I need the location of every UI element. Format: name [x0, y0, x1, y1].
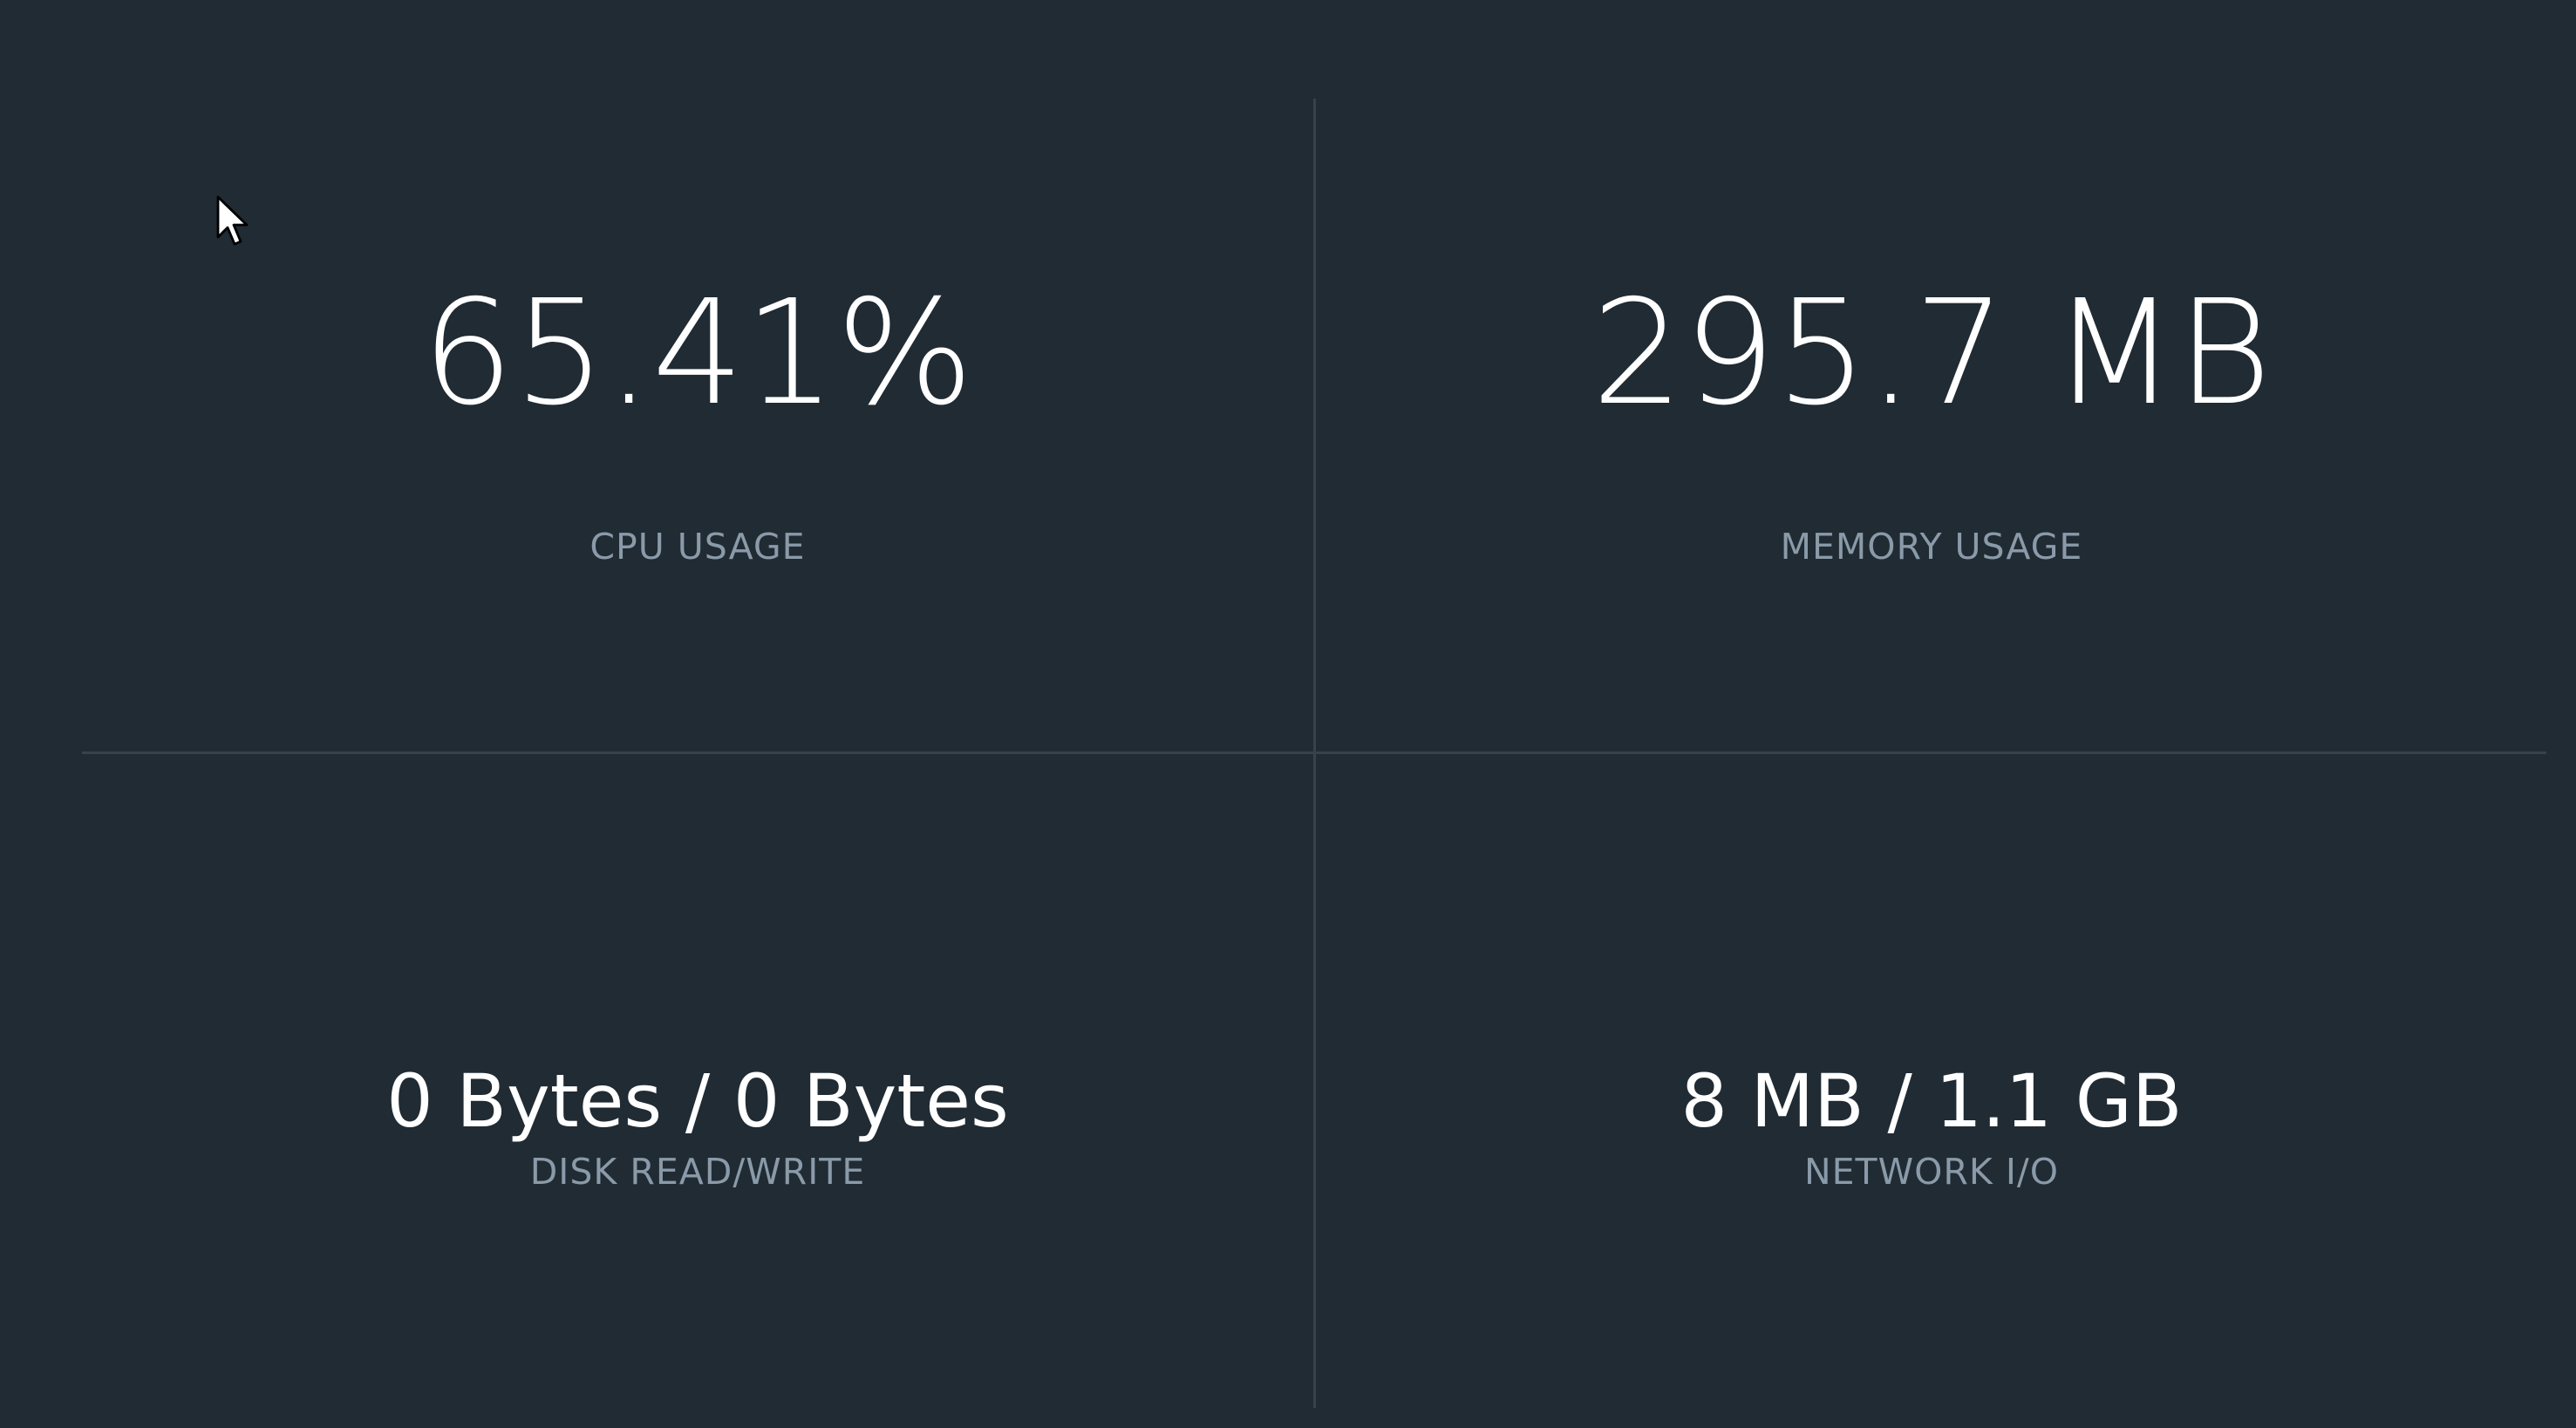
- container-stats-page: 65.41% CPU USAGE 295.7 MB MEMORY USAGE 0…: [0, 0, 2576, 1428]
- disk-read-write-label: DISK READ/WRITE: [529, 1151, 866, 1193]
- mouse-pointer-icon: [216, 195, 249, 246]
- network-io-label: NETWORK I/O: [1803, 1151, 2059, 1193]
- memory-usage-panel: 295.7 MB MEMORY USAGE: [1316, 99, 2547, 751]
- disk-read-write-value: 0 Bytes / 0 Bytes: [386, 1058, 1009, 1144]
- memory-usage-value: 295.7 MB: [1591, 269, 2272, 438]
- cpu-usage-panel: 65.41% CPU USAGE: [82, 99, 1313, 751]
- memory-usage-label: MEMORY USAGE: [1780, 526, 2083, 568]
- cpu-usage-label: CPU USAGE: [589, 526, 806, 568]
- disk-read-write-panel: 0 Bytes / 0 Bytes DISK READ/WRITE: [82, 754, 1313, 1407]
- stats-grid: 65.41% CPU USAGE 295.7 MB MEMORY USAGE 0…: [82, 99, 2546, 1408]
- network-io-panel: 8 MB / 1.1 GB NETWORK I/O: [1316, 754, 2547, 1407]
- cpu-usage-value: 65.41%: [421, 269, 974, 438]
- network-io-value: 8 MB / 1.1 GB: [1680, 1058, 2183, 1144]
